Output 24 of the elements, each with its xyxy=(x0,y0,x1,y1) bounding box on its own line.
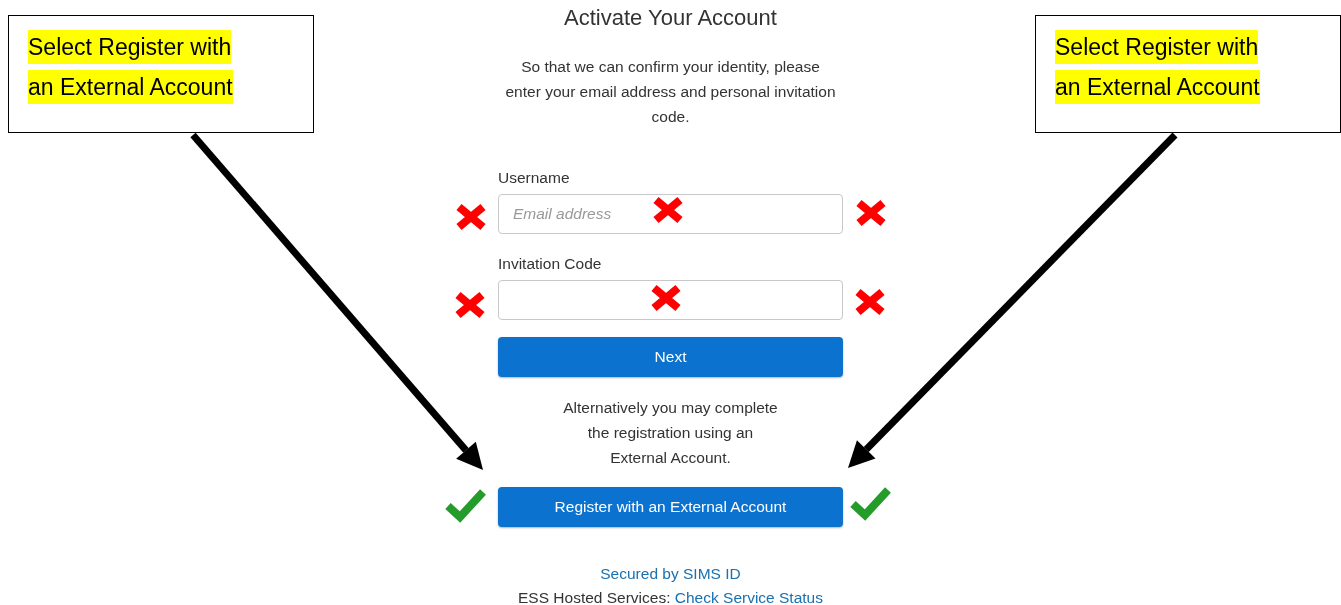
cross-icon xyxy=(854,288,886,316)
alternative-text: Alternatively you may complete the registration using an External Account. xyxy=(562,398,779,468)
input-field[interactable]: Email address xyxy=(498,194,843,234)
page-title: Activate Your Account xyxy=(563,4,778,32)
callout-text: an External Account xyxy=(1055,70,1260,104)
external-account-button[interactable]: Register with an External Account xyxy=(498,487,843,527)
cross-icon xyxy=(650,284,682,312)
field-label: Username xyxy=(498,168,571,188)
cross-icon xyxy=(454,291,486,319)
secured-link[interactable]: Secured by SIMS ID xyxy=(600,565,741,582)
intro-text: So that we can confirm your identity, please enter your email address and personal invitation code. xyxy=(504,57,837,127)
field-label: Invitation Code xyxy=(498,254,603,274)
callout-text: an External Account xyxy=(28,70,233,104)
cross-icon xyxy=(855,199,887,227)
callout-text: Select Register with xyxy=(28,30,232,64)
cross-icon xyxy=(652,196,684,224)
cross-icon xyxy=(455,203,487,231)
status-link[interactable]: Check Service Status xyxy=(674,589,823,605)
check-icon xyxy=(850,487,891,521)
hosted-label: ESS Hosted Services: xyxy=(518,589,671,605)
next-button[interactable]: Next xyxy=(498,337,843,377)
input-field[interactable] xyxy=(498,280,843,320)
check-icon xyxy=(445,489,486,523)
callout-text: Select Register with xyxy=(1055,30,1259,64)
